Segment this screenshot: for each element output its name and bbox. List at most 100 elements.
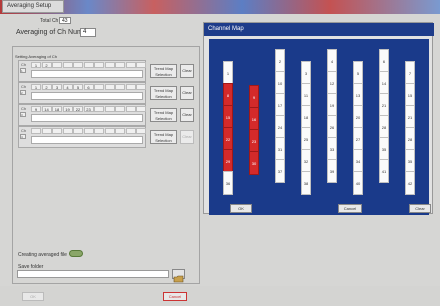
channel-cell[interactable]: 31 (275, 137, 285, 161)
channel-cell[interactable]: 13 (353, 83, 363, 107)
ch-cell[interactable]: 6 (83, 84, 94, 90)
ch-cell[interactable] (136, 106, 146, 112)
channel-cell[interactable]: 14 (379, 71, 389, 95)
ch-cell[interactable] (125, 62, 136, 68)
ch-cell[interactable] (52, 128, 62, 134)
ch-cell[interactable]: 3 (52, 84, 62, 90)
ch-cell[interactable] (62, 128, 73, 134)
ch-cell[interactable] (94, 128, 104, 134)
channel-cell[interactable]: 21 (379, 93, 389, 117)
channel-cell[interactable]: 22 (223, 127, 233, 151)
channel-cell[interactable]: 1 (223, 61, 233, 85)
ch-cell[interactable]: 19 (62, 106, 73, 112)
channel-cell[interactable]: 10 (275, 71, 285, 95)
ch-cell[interactable] (104, 106, 115, 112)
channel-cell[interactable]: 42 (405, 171, 415, 195)
channel-cell[interactable]: 20 (353, 105, 363, 129)
ch-cell[interactable] (94, 84, 104, 90)
ch-cell[interactable] (115, 106, 125, 112)
channel-cell[interactable]: 23 (249, 129, 259, 153)
creating-file-toggle[interactable] (69, 250, 83, 257)
ch-cell[interactable] (136, 62, 146, 68)
map-ok-button[interactable]: OK (230, 204, 252, 213)
cancel-button[interactable]: Cancel (163, 292, 187, 301)
channel-cell[interactable]: 26 (327, 115, 337, 139)
total-ch-value[interactable]: 43 (59, 17, 71, 24)
ch-cell[interactable] (115, 128, 125, 134)
ch-cell[interactable]: 5 (73, 84, 83, 90)
ok-button[interactable]: OK (22, 292, 44, 301)
channel-cell[interactable]: 4 (327, 49, 337, 73)
trend-map-selection-button[interactable]: Trend Map Selection (150, 130, 177, 144)
channel-cell[interactable]: 37 (275, 159, 285, 183)
channel-cell[interactable]: 34 (353, 149, 363, 173)
ch-cell[interactable] (104, 62, 115, 68)
channel-cell[interactable]: 12 (327, 71, 337, 95)
ch-cell[interactable]: 2 (41, 84, 52, 90)
channel-cell[interactable]: 21 (405, 105, 415, 129)
map-cancel-button[interactable]: Cancel (338, 204, 362, 213)
ch-cell[interactable]: 1 (31, 62, 41, 68)
ch-cell[interactable] (115, 62, 125, 68)
channel-cell[interactable]: 2 (275, 49, 285, 73)
clear-button[interactable]: Clear (180, 108, 194, 122)
ch-cell[interactable] (104, 84, 115, 90)
channel-cell[interactable]: 17 (275, 93, 285, 117)
row-selection-field[interactable] (31, 70, 143, 78)
clear-button[interactable]: Clear (180, 86, 194, 100)
ch-cell[interactable]: 1 (31, 84, 41, 90)
ch-cell[interactable] (73, 62, 83, 68)
channel-cell[interactable]: 15 (223, 105, 233, 129)
channel-cell[interactable]: 11 (301, 83, 311, 107)
channel-cell[interactable]: 15 (405, 83, 415, 107)
ch-cell[interactable] (41, 128, 52, 134)
channel-cell[interactable]: 16 (249, 107, 259, 131)
channel-cell[interactable]: 40 (353, 171, 363, 195)
channel-cell[interactable]: 33 (327, 137, 337, 161)
channel-cell[interactable]: 41 (379, 159, 389, 183)
channel-cell[interactable]: 29 (223, 149, 233, 173)
channel-cell[interactable]: 28 (405, 127, 415, 151)
channel-cell[interactable]: 27 (353, 127, 363, 151)
channel-cell[interactable]: 9 (249, 85, 259, 109)
ch-cell[interactable] (125, 84, 136, 90)
channel-cell[interactable]: 19 (327, 93, 337, 117)
channel-cell[interactable]: 32 (301, 149, 311, 173)
channel-cell[interactable]: 3 (301, 61, 311, 85)
channel-cell[interactable]: 25 (301, 127, 311, 151)
channel-cell[interactable]: 36 (223, 171, 233, 195)
ch-cell[interactable] (125, 128, 136, 134)
ch-cell[interactable] (83, 128, 94, 134)
ch-cell[interactable]: 14 (41, 106, 52, 112)
clear-button[interactable]: Clear (180, 130, 194, 144)
channel-cell[interactable]: 39 (327, 159, 337, 183)
ch-cell[interactable]: 23 (83, 106, 94, 112)
ch-cell[interactable] (52, 62, 62, 68)
row-selection-field[interactable] (31, 114, 143, 122)
ch-cell[interactable] (31, 128, 41, 134)
channel-cell[interactable]: 24 (275, 115, 285, 139)
row-selection-field[interactable] (31, 136, 143, 144)
ch-cell[interactable]: 22 (73, 106, 83, 112)
channel-cell[interactable]: 28 (379, 115, 389, 139)
ch-cell[interactable] (73, 128, 83, 134)
ch-cell[interactable] (115, 84, 125, 90)
channel-cell[interactable]: 7 (405, 61, 415, 85)
browse-folder-button[interactable] (172, 269, 185, 283)
channel-cell[interactable]: 8 (223, 83, 233, 107)
ch-cell[interactable] (83, 62, 94, 68)
channel-cell[interactable]: 6 (379, 49, 389, 73)
channel-cell[interactable]: 30 (249, 151, 259, 175)
channel-cell[interactable]: 35 (405, 149, 415, 173)
ch-cell[interactable] (136, 84, 146, 90)
channel-cell[interactable]: 38 (301, 171, 311, 195)
ch-cell[interactable] (104, 128, 115, 134)
averaging-value[interactable]: 4 (80, 28, 96, 37)
channel-cell[interactable]: 18 (301, 105, 311, 129)
save-folder-input[interactable] (17, 270, 169, 278)
ch-cell[interactable] (62, 62, 73, 68)
ch-cell[interactable]: 18 (52, 106, 62, 112)
clear-button[interactable]: Clear (180, 64, 194, 78)
trend-map-selection-button[interactable]: Trend Map Selection (150, 64, 177, 78)
row-selection-field[interactable] (31, 92, 143, 100)
